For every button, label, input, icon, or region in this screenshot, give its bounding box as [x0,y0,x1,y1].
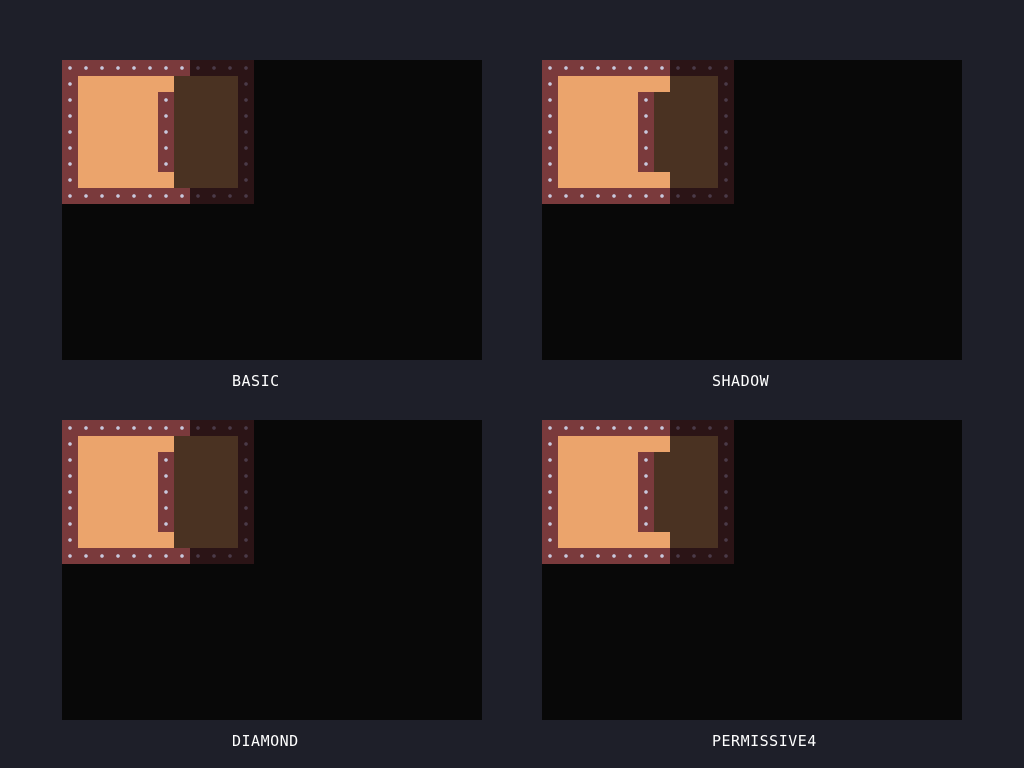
wall-rivets-dim [190,60,254,76]
wall-rivets-lit [542,60,670,76]
wall-rivets-lit [542,548,670,564]
panel-caption: BASIC [232,372,280,390]
wall-rivets-lit [542,188,670,204]
wall-rivets-dim [670,60,734,76]
map-viewport [542,420,962,720]
wall-rivets-dim [670,188,734,204]
wall-rivets-dim [190,548,254,564]
wall-rivets-dim [670,420,734,436]
floor-dim [670,436,718,548]
wall-rivets-dim [670,548,734,564]
panel-caption: SHADOW [712,372,770,390]
map-viewport [62,60,482,360]
floor-dim [654,92,670,172]
wall-rivets-lit [158,452,174,532]
floor-dim [174,436,238,548]
fov-panel-permissive4: PERMISSIVE4 [542,420,962,750]
wall-rivets-dim [238,436,254,548]
wall-rivets-lit [62,76,78,188]
map-viewport [542,60,962,360]
wall-rivets-lit [62,188,190,204]
wall-rivets-dim [718,76,734,188]
wall-rivets-lit [542,436,558,548]
panel-caption: PERMISSIVE4 [712,732,817,750]
wall-rivets-lit [638,452,654,532]
fov-panel-basic: BASIC [62,60,482,390]
wall-rivets-dim [718,436,734,548]
fov-panel-shadow: SHADOW [542,60,962,390]
panel-caption: DIAMOND [232,732,299,750]
wall-rivets-lit [62,436,78,548]
wall-rivets-lit [62,548,190,564]
fov-panel-diamond: DIAMOND [62,420,482,750]
wall-rivets-lit [542,420,670,436]
map-viewport [62,420,482,720]
wall-rivets-lit [542,76,558,188]
wall-rivets-dim [190,188,254,204]
floor-dim [654,452,670,532]
wall-rivets-lit [62,60,190,76]
wall-rivets-dim [238,76,254,188]
wall-rivets-lit [158,92,174,172]
floor-dim [174,76,238,188]
wall-rivets-lit [62,420,190,436]
wall-rivets-lit [638,92,654,172]
floor-dim [670,76,718,188]
wall-rivets-dim [190,420,254,436]
